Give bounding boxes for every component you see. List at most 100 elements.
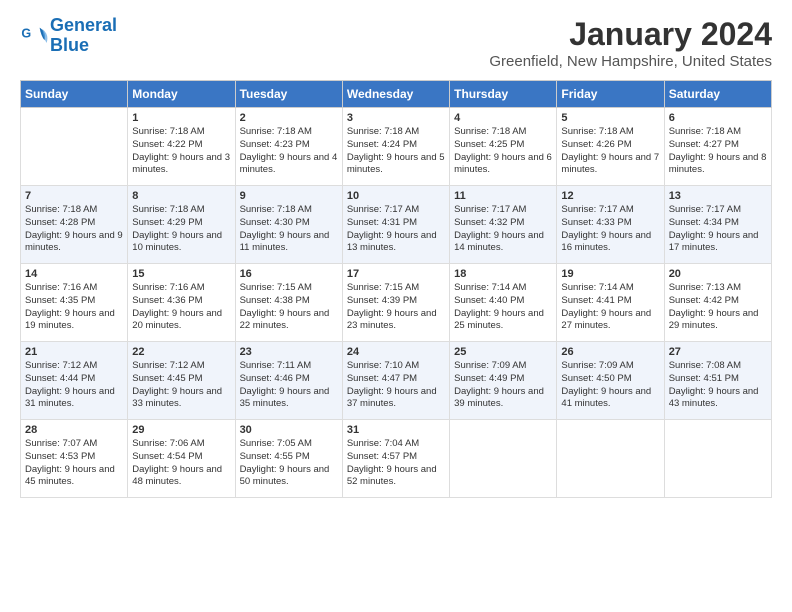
cell-info: Sunrise: 7:08 AMSunset: 4:51 PMDaylight:… [669, 360, 767, 411]
calendar-cell: 20 Sunrise: 7:13 AMSunset: 4:42 PMDayligh… [664, 264, 771, 342]
calendar-cell: 29 Sunrise: 7:06 AMSunset: 4:54 PMDayligh… [128, 420, 235, 498]
cell-info: Sunrise: 7:18 AMSunset: 4:30 PMDaylight:… [240, 204, 338, 255]
calendar-header-row: SundayMondayTuesdayWednesdayThursdayFrid… [21, 81, 772, 108]
day-number: 23 [240, 346, 338, 358]
calendar-cell: 9 Sunrise: 7:18 AMSunset: 4:30 PMDaylight… [235, 186, 342, 264]
calendar-cell [557, 420, 664, 498]
header-day-sunday: Sunday [21, 81, 128, 108]
header: G General Blue January 2024 Greenfield, … [20, 16, 772, 70]
day-number: 7 [25, 190, 123, 202]
header-day-thursday: Thursday [450, 81, 557, 108]
calendar-cell: 19Sunrise: 7:14 AMSunset: 4:41 PMDayligh… [557, 264, 664, 342]
day-number: 16 [240, 268, 338, 280]
calendar-cell: 8 Sunrise: 7:18 AMSunset: 4:29 PMDaylight… [128, 186, 235, 264]
day-number: 25 [454, 346, 552, 358]
day-number: 15 [132, 268, 230, 280]
day-number: 20 [669, 268, 767, 280]
calendar-cell [450, 420, 557, 498]
cell-info: Sunrise: 7:05 AMSunset: 4:55 PMDaylight:… [240, 438, 338, 489]
cell-info: Sunrise: 7:18 AMSunset: 4:23 PMDaylight:… [240, 126, 338, 177]
day-number: 4 [454, 112, 552, 124]
subtitle: Greenfield, New Hampshire, United States [489, 53, 772, 70]
day-number: 8 [132, 190, 230, 202]
day-number: 18 [454, 268, 552, 280]
calendar-week-row: 1Sunrise: 7:18 AMSunset: 4:22 PMDaylight… [21, 108, 772, 186]
calendar-cell: 11Sunrise: 7:17 AMSunset: 4:32 PMDayligh… [450, 186, 557, 264]
calendar-week-row: 21 Sunrise: 7:12 AMSunset: 4:44 PMDayligh… [21, 342, 772, 420]
calendar-cell [664, 420, 771, 498]
logo-icon: G [20, 22, 48, 50]
cell-info: Sunrise: 7:17 AMSunset: 4:34 PMDaylight:… [669, 204, 767, 255]
calendar-cell: 25Sunrise: 7:09 AMSunset: 4:49 PMDayligh… [450, 342, 557, 420]
cell-info: Sunrise: 7:18 AMSunset: 4:26 PMDaylight:… [561, 126, 659, 177]
calendar-cell: 18 Sunrise: 7:14 AMSunset: 4:40 PMDayligh… [450, 264, 557, 342]
day-number: 1 [132, 112, 230, 124]
calendar-cell [21, 108, 128, 186]
calendar-cell: 1Sunrise: 7:18 AMSunset: 4:22 PMDaylight… [128, 108, 235, 186]
day-number: 13 [669, 190, 767, 202]
day-number: 30 [240, 424, 338, 436]
cell-info: Sunrise: 7:07 AMSunset: 4:53 PMDaylight:… [25, 438, 123, 489]
day-number: 2 [240, 112, 338, 124]
calendar-cell: 14 Sunrise: 7:16 AMSunset: 4:35 PMDayligh… [21, 264, 128, 342]
day-number: 27 [669, 346, 767, 358]
cell-info: Sunrise: 7:17 AMSunset: 4:32 PMDaylight:… [454, 204, 552, 255]
cell-info: Sunrise: 7:10 AMSunset: 4:47 PMDaylight:… [347, 360, 445, 411]
cell-info: Sunrise: 7:18 AMSunset: 4:24 PMDaylight:… [347, 126, 445, 177]
title-block: January 2024 Greenfield, New Hampshire, … [489, 16, 772, 70]
cell-info: Sunrise: 7:15 AMSunset: 4:39 PMDaylight:… [347, 282, 445, 333]
calendar-cell: 2 Sunrise: 7:18 AMSunset: 4:23 PMDaylight… [235, 108, 342, 186]
calendar-cell: 31Sunrise: 7:04 AMSunset: 4:57 PMDayligh… [342, 420, 449, 498]
header-day-wednesday: Wednesday [342, 81, 449, 108]
cell-info: Sunrise: 7:14 AMSunset: 4:40 PMDaylight:… [454, 282, 552, 333]
calendar-week-row: 7Sunrise: 7:18 AMSunset: 4:28 PMDaylight… [21, 186, 772, 264]
cell-info: Sunrise: 7:15 AMSunset: 4:38 PMDaylight:… [240, 282, 338, 333]
day-number: 14 [25, 268, 123, 280]
cell-info: Sunrise: 7:18 AMSunset: 4:25 PMDaylight:… [454, 126, 552, 177]
cell-info: Sunrise: 7:18 AMSunset: 4:27 PMDaylight:… [669, 126, 767, 177]
day-number: 5 [561, 112, 659, 124]
calendar-cell: 28 Sunrise: 7:07 AMSunset: 4:53 PMDayligh… [21, 420, 128, 498]
cell-info: Sunrise: 7:14 AMSunset: 4:41 PMDaylight:… [561, 282, 659, 333]
calendar-week-row: 14 Sunrise: 7:16 AMSunset: 4:35 PMDayligh… [21, 264, 772, 342]
cell-info: Sunrise: 7:17 AMSunset: 4:33 PMDaylight:… [561, 204, 659, 255]
day-number: 21 [25, 346, 123, 358]
calendar-cell: 15 Sunrise: 7:16 AMSunset: 4:36 PMDayligh… [128, 264, 235, 342]
cell-info: Sunrise: 7:13 AMSunset: 4:42 PMDaylight:… [669, 282, 767, 333]
cell-info: Sunrise: 7:12 AMSunset: 4:44 PMDaylight:… [25, 360, 123, 411]
cell-info: Sunrise: 7:12 AMSunset: 4:45 PMDaylight:… [132, 360, 230, 411]
day-number: 31 [347, 424, 445, 436]
header-day-friday: Friday [557, 81, 664, 108]
logo: G General Blue [20, 16, 117, 56]
cell-info: Sunrise: 7:17 AMSunset: 4:31 PMDaylight:… [347, 204, 445, 255]
calendar-table: SundayMondayTuesdayWednesdayThursdayFrid… [20, 80, 772, 498]
logo-text: General Blue [50, 16, 117, 56]
day-number: 6 [669, 112, 767, 124]
day-number: 29 [132, 424, 230, 436]
header-day-saturday: Saturday [664, 81, 771, 108]
day-number: 28 [25, 424, 123, 436]
cell-info: Sunrise: 7:09 AMSunset: 4:50 PMDaylight:… [561, 360, 659, 411]
svg-text:G: G [21, 26, 31, 40]
day-number: 22 [132, 346, 230, 358]
calendar-cell: 16 Sunrise: 7:15 AMSunset: 4:38 PMDayligh… [235, 264, 342, 342]
main-title: January 2024 [489, 16, 772, 53]
calendar-cell: 17 Sunrise: 7:15 AMSunset: 4:39 PMDayligh… [342, 264, 449, 342]
cell-info: Sunrise: 7:18 AMSunset: 4:29 PMDaylight:… [132, 204, 230, 255]
cell-info: Sunrise: 7:16 AMSunset: 4:36 PMDaylight:… [132, 282, 230, 333]
calendar-cell: 6 Sunrise: 7:18 AMSunset: 4:27 PMDaylight… [664, 108, 771, 186]
day-number: 9 [240, 190, 338, 202]
cell-info: Sunrise: 7:06 AMSunset: 4:54 PMDaylight:… [132, 438, 230, 489]
cell-info: Sunrise: 7:16 AMSunset: 4:35 PMDaylight:… [25, 282, 123, 333]
calendar-cell: 12 Sunrise: 7:17 AMSunset: 4:33 PMDayligh… [557, 186, 664, 264]
page-container: G General Blue January 2024 Greenfield, … [0, 0, 792, 508]
calendar-cell: 3Sunrise: 7:18 AMSunset: 4:24 PMDaylight… [342, 108, 449, 186]
calendar-cell: 13 Sunrise: 7:17 AMSunset: 4:34 PMDayligh… [664, 186, 771, 264]
calendar-cell: 10Sunrise: 7:17 AMSunset: 4:31 PMDayligh… [342, 186, 449, 264]
header-day-tuesday: Tuesday [235, 81, 342, 108]
calendar-week-row: 28 Sunrise: 7:07 AMSunset: 4:53 PMDayligh… [21, 420, 772, 498]
calendar-cell: 21 Sunrise: 7:12 AMSunset: 4:44 PMDayligh… [21, 342, 128, 420]
day-number: 17 [347, 268, 445, 280]
cell-info: Sunrise: 7:11 AMSunset: 4:46 PMDaylight:… [240, 360, 338, 411]
day-number: 12 [561, 190, 659, 202]
